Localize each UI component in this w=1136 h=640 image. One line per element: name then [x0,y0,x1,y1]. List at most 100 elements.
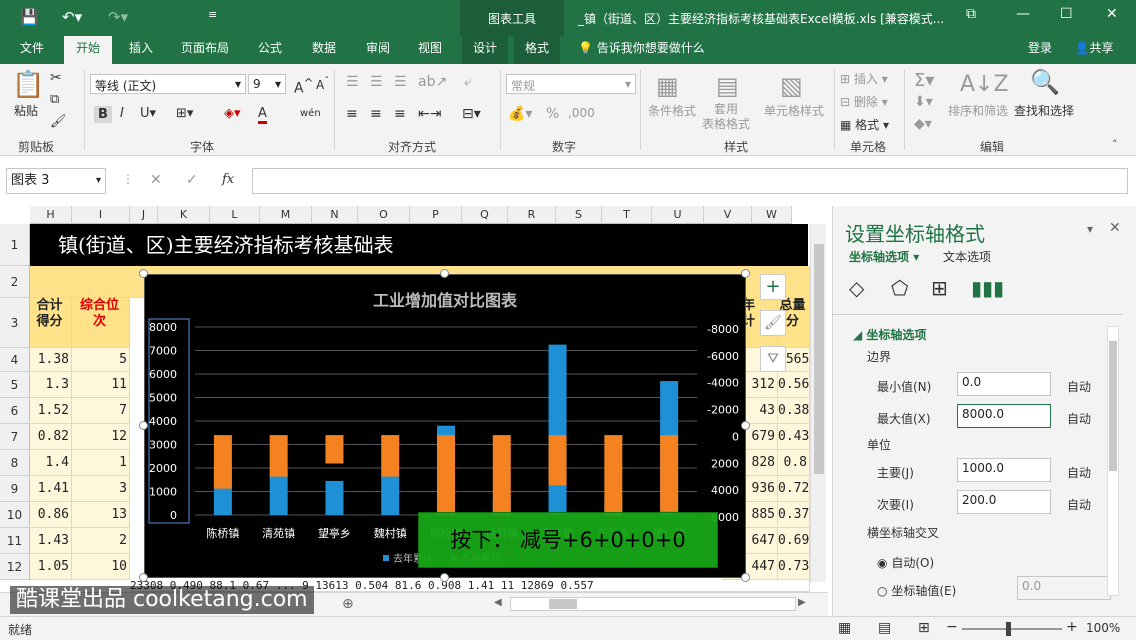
minimize-button[interactable]: — [1016,6,1030,22]
major-unit-input[interactable]: 1000.0 [957,458,1051,482]
column-header[interactable]: U [652,206,704,224]
min-bound-input[interactable]: 0.0 [957,372,1051,396]
column-header[interactable]: V [704,206,752,224]
chart-elements-button[interactable]: + [760,274,786,300]
bar-series2[interactable] [604,435,623,516]
x-tick-label[interactable]: 清苑镇 [262,526,295,540]
bar-series1[interactable] [269,473,288,515]
cell-value[interactable]: 0.693 [778,528,817,554]
legend-swatch[interactable] [383,555,389,561]
y-right-tick-label[interactable]: 2000 [711,457,739,470]
align-top-icon[interactable]: ☰ [346,74,359,90]
column-header[interactable]: J [130,206,158,224]
tab-design[interactable]: 设计 [462,36,508,64]
y-left-tick-label[interactable]: 6000 [149,368,177,381]
share-button[interactable]: 👤共享 [1064,36,1124,64]
grow-font-icon[interactable]: A^ [294,76,313,97]
tab-insert[interactable]: 插入 [118,36,164,64]
axis-options-icon[interactable]: ▮▮▮ [971,276,1004,300]
x-tick-label[interactable]: 陈桥镇 [206,526,239,540]
bar-series2[interactable] [381,435,400,477]
format-painter-icon[interactable]: 🖌 [50,114,67,129]
row-header[interactable]: 1 [0,224,30,266]
cell-score[interactable]: 1.3 [30,372,72,398]
font-name-select[interactable]: 等线 (正文) ▾ [90,74,246,94]
row-header[interactable]: 11 [0,528,30,554]
chart-styles-button[interactable]: 🖌 [760,310,786,336]
y-right-tick-label[interactable]: 0 [732,430,739,443]
row-header[interactable]: 2 [0,266,30,298]
scroll-right-icon[interactable]: ▶ [798,597,806,608]
align-right-icon[interactable]: ≡ [394,106,406,122]
zoom-in-icon[interactable]: + [1066,619,1078,635]
merge-icon[interactable]: ⊟▾ [462,106,481,122]
undo-icon[interactable]: ↶▾ [62,8,82,26]
tab-review[interactable]: 审阅 [356,36,400,64]
comma-icon[interactable]: ,000 [568,106,595,120]
indent-icon[interactable]: ⇤⇥ [418,106,441,122]
cell-value[interactable]: 0.566 [778,372,817,398]
y-left-tick-label[interactable]: 7000 [149,345,177,358]
chart-resize-handle[interactable] [741,573,750,582]
font-color-icon[interactable]: A [258,106,267,124]
bar-series1[interactable] [548,344,567,515]
cell-value[interactable]: 0.731 [778,554,817,580]
ribbon-display-icon[interactable]: ⧉ [966,6,976,22]
chart-resize-handle[interactable] [741,421,750,430]
name-box[interactable]: 图表 3 ▾ [6,168,106,194]
header-cell[interactable]: 综合位 次 [72,298,130,348]
tab-home[interactable]: 开始 [64,36,112,64]
cell-score[interactable]: 1.41 [30,476,72,502]
row-header[interactable]: 6 [0,398,30,424]
radio-auto[interactable]: ◉ 自动(O) [877,554,934,571]
tab-text-options[interactable]: 文本选项 [943,248,991,265]
font-size-select[interactable]: 9 ▾ [248,74,286,94]
bold-icon[interactable]: B [94,106,112,123]
cell-score[interactable]: 1.43 [30,528,72,554]
tab-page-layout[interactable]: 页面布局 [172,36,238,64]
cell-value[interactable]: 0.721 [778,476,817,502]
y-right-tick-label[interactable]: -8000 [707,323,739,336]
axis-value-input[interactable]: 0.0 [1017,576,1111,600]
y-left-tick-label[interactable]: 1000 [149,486,177,499]
horizontal-scrollbar[interactable] [510,597,796,611]
border-icon[interactable]: ⊞▾ [176,106,193,121]
size-properties-icon[interactable]: ⊞ [931,276,948,300]
cell-style-icon[interactable]: ▧ [780,72,803,100]
cell-score[interactable]: 1.38 [30,348,72,372]
tab-axis-options[interactable]: 坐标轴选项 ▾ [849,248,919,265]
chart-resize-handle[interactable] [139,421,148,430]
chart-resize-handle[interactable] [139,269,148,278]
autosum-icon[interactable]: Σ▾ [914,70,934,91]
login-link[interactable]: 登录 [1020,36,1060,64]
fill-color-icon[interactable]: ◈▾ [224,106,241,121]
add-sheet-icon[interactable]: ⊕ [342,596,354,612]
chart-resize-handle[interactable] [741,269,750,278]
cell-rank[interactable]: 3 [72,476,130,502]
column-header[interactable]: R [508,206,556,224]
chart-resize-handle[interactable] [440,573,449,582]
row-header[interactable]: 12 [0,554,30,580]
bar-series2[interactable] [548,435,567,486]
bar-series1[interactable] [325,480,344,515]
pane-options-icon[interactable]: ▾ [1087,222,1093,236]
bar-series2[interactable] [213,435,232,489]
normal-view-icon[interactable]: ▦ [838,620,851,636]
align-left-icon[interactable]: ≡ [346,106,358,122]
y-left-tick-label[interactable]: 8000 [149,321,177,334]
cell-rank[interactable]: 10 [72,554,130,580]
cell-value[interactable]: 0.8 [778,450,810,476]
y-left-tick-label[interactable]: 3000 [149,439,177,452]
zoom-slider[interactable] [962,622,1062,636]
row-header[interactable]: 8 [0,450,30,476]
column-header[interactable]: Q [462,206,508,224]
vertical-scrollbar[interactable] [810,224,826,582]
enter-icon[interactable]: ✓ [186,172,198,188]
column-header[interactable]: H [30,206,72,224]
cell-value[interactable]: 0.438 [778,424,817,450]
column-header[interactable]: O [358,206,410,224]
align-bottom-icon[interactable]: ☰ [394,74,407,90]
cell-score[interactable]: 1.05 [30,554,72,580]
y-right-tick-label[interactable]: -6000 [707,350,739,363]
cell-value[interactable]: 0.38 [778,398,810,424]
